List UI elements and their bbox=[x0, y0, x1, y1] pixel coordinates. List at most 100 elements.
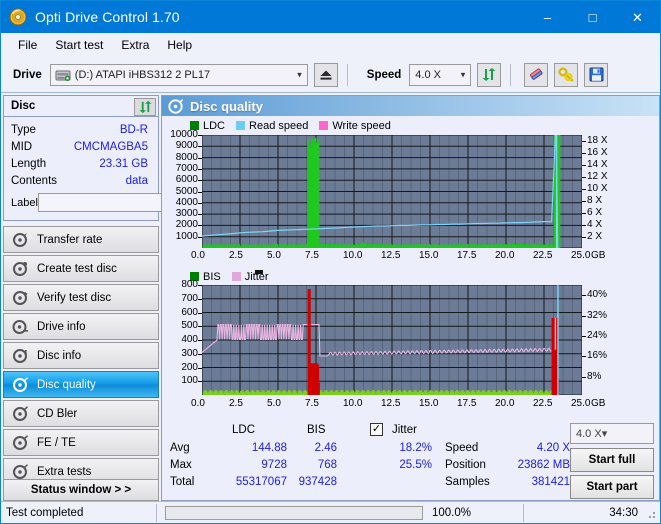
x-tick-label: 25.0 bbox=[571, 250, 591, 261]
refresh-icon bbox=[138, 100, 152, 114]
menu-extra[interactable]: Extra bbox=[112, 35, 158, 55]
disc-mid-value: CMCMAGBA5 bbox=[73, 140, 148, 153]
disc-verify-icon bbox=[9, 290, 31, 306]
drive-select[interactable]: (D:) ATAPI iHBS312 2 PL17 ▾ bbox=[49, 63, 308, 86]
start-part-button[interactable]: Start part bbox=[570, 475, 654, 499]
x-tick-label: 12.5 bbox=[381, 398, 401, 409]
test-speed-select[interactable]: 4.0 X ▾ bbox=[570, 423, 654, 444]
legend-marker-icon bbox=[255, 270, 263, 274]
sidebar-item-drive-info[interactable]: Drive info bbox=[3, 313, 159, 340]
disc-panel-title: Disc bbox=[11, 100, 36, 112]
y2-tick-mark bbox=[582, 201, 586, 203]
tools-icon bbox=[558, 67, 574, 82]
x-tick-label: 22.5 bbox=[533, 398, 553, 409]
x-tick-label: 5.0 bbox=[267, 398, 281, 409]
legend-label-bis: BIS bbox=[203, 270, 221, 283]
toolbar-separator bbox=[510, 63, 512, 86]
minimize-button[interactable]: – bbox=[525, 1, 570, 33]
jitter-max-value: 25.5% bbox=[399, 459, 432, 471]
refresh-button[interactable] bbox=[477, 62, 502, 87]
x-tick-label: 5.0 bbox=[267, 250, 281, 261]
y2-tick-mark bbox=[582, 189, 586, 191]
sidebar-item-disc-info[interactable]: Disc info bbox=[3, 342, 159, 369]
close-button[interactable]: ✕ bbox=[615, 1, 660, 33]
top-chart-legend: LDC Read speed Write speed bbox=[162, 118, 659, 133]
menu-start-test[interactable]: Start test bbox=[46, 35, 112, 55]
legend-swatch-write-speed bbox=[319, 121, 329, 130]
y-tick-label: 200 bbox=[181, 361, 198, 373]
top-chart[interactable]: 10000 9000 8000 7000 6000 5000 4000 3000 2000 100… bbox=[162, 129, 659, 268]
maximize-button[interactable]: □ bbox=[570, 1, 615, 33]
resize-grip[interactable] bbox=[645, 508, 657, 520]
y2-tick-label: 40% bbox=[587, 289, 608, 301]
bottom-chart-legend: BIS Jitter bbox=[162, 269, 659, 284]
y2-tick-label: 2 X bbox=[587, 231, 603, 243]
y-tick-label: 700 bbox=[181, 292, 198, 304]
disc-label-row: Label bbox=[11, 192, 240, 213]
eject-icon bbox=[320, 70, 332, 80]
sidebar-item-disc-quality[interactable]: Disc quality bbox=[3, 371, 159, 398]
speed-select[interactable]: 4.0 X ▾ bbox=[409, 63, 472, 86]
drive-info-icon bbox=[9, 319, 31, 335]
drive-icon bbox=[55, 68, 71, 82]
y2-tick-mark bbox=[582, 295, 586, 297]
disc-info-row-length: Length 23.31 GB bbox=[11, 155, 152, 172]
drive-label: Drive bbox=[13, 68, 42, 81]
disc-speed-icon bbox=[9, 232, 31, 248]
menu-file[interactable]: File bbox=[9, 35, 46, 55]
tools-button[interactable] bbox=[554, 62, 579, 87]
sidebar-item-label: Disc quality bbox=[37, 378, 96, 391]
nav-list: Transfer rate Create test disc Verify test… bbox=[3, 226, 159, 485]
eject-button[interactable] bbox=[313, 62, 338, 87]
x-tick-label: 0.0 bbox=[191, 250, 205, 261]
y2-tick-label: 8% bbox=[587, 370, 602, 382]
x-tick-label: 10.0 bbox=[343, 250, 363, 261]
start-full-button[interactable]: Start full bbox=[570, 448, 654, 472]
samples-stat-label: Samples bbox=[445, 476, 490, 488]
disc-quality-title: Disc quality bbox=[190, 98, 263, 114]
status-separator bbox=[156, 503, 157, 522]
jitter-checkbox[interactable]: ✓ bbox=[370, 423, 383, 436]
y-tick-label: 800 bbox=[181, 279, 198, 290]
y-tick-label: 7000 bbox=[175, 162, 198, 174]
sidebar-item-fe-te[interactable]: FE / TE bbox=[3, 429, 159, 456]
sidebar-item-label: Create test disc bbox=[37, 262, 117, 275]
status-window-button[interactable]: Status window > > bbox=[3, 479, 159, 501]
y-tick-label: 9000 bbox=[175, 140, 198, 152]
sidebar-item-transfer-rate[interactable]: Transfer rate bbox=[3, 226, 159, 253]
menu-bar: File Start test Extra Help bbox=[1, 33, 660, 57]
disc-quality-icon bbox=[168, 98, 183, 114]
disc-length-label: Length bbox=[11, 157, 47, 170]
jitter-label: Jitter bbox=[392, 424, 417, 436]
speed-stat-label: Speed bbox=[445, 442, 479, 454]
sidebar-item-label: Transfer rate bbox=[37, 233, 103, 246]
erase-button[interactable] bbox=[524, 62, 549, 87]
save-button[interactable] bbox=[584, 62, 609, 87]
sidebar-item-cd-bler[interactable]: CD Bler bbox=[3, 400, 159, 427]
disc-type-value: BD-R bbox=[119, 123, 148, 136]
y-tick-label: 8000 bbox=[175, 151, 198, 163]
y2-tick-mark bbox=[582, 177, 586, 179]
extra-tests-icon bbox=[9, 463, 31, 480]
y-tick-label: 4000 bbox=[175, 196, 198, 208]
window-controls: – □ ✕ bbox=[525, 1, 660, 33]
y-tick-label: 6000 bbox=[175, 174, 198, 186]
x-tick-label: 15.0 bbox=[419, 398, 439, 409]
window-title: Opti Drive Control 1.70 bbox=[35, 9, 180, 25]
disc-refresh-button[interactable] bbox=[134, 98, 156, 116]
y2-tick-label: 8 X bbox=[587, 195, 603, 207]
jitter-avg-value: 18.2% bbox=[399, 442, 432, 454]
sidebar-item-verify-test-disc[interactable]: Verify test disc bbox=[3, 284, 159, 311]
y2-tick-label: 24% bbox=[587, 329, 608, 341]
x-tick-label: 2.5 bbox=[229, 398, 243, 409]
sidebar-item-label: CD Bler bbox=[37, 407, 78, 420]
stats-avg-ldc: 144.88 bbox=[251, 442, 287, 454]
disc-label-label: Label bbox=[11, 196, 38, 209]
progress-bar bbox=[165, 505, 423, 520]
sidebar-item-create-test-disc[interactable]: Create test disc bbox=[3, 255, 159, 282]
menu-help[interactable]: Help bbox=[158, 35, 201, 55]
y2-tick-mark bbox=[582, 376, 586, 378]
y2-tick-mark bbox=[582, 141, 586, 142]
bottom-chart[interactable]: 800 700 600 500 400 300 200 100 40% 32% 24% 16% 8% … bbox=[162, 279, 659, 414]
y2-tick-mark bbox=[582, 335, 586, 337]
